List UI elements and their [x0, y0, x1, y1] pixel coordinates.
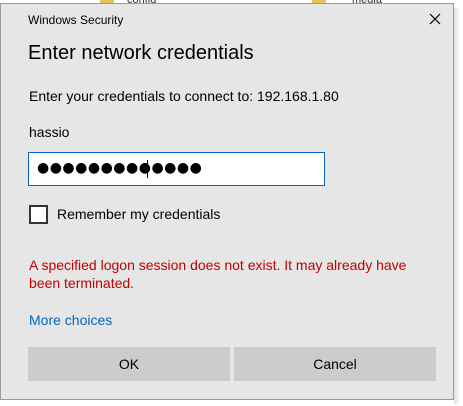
window-title: Windows Security	[28, 13, 124, 27]
password-field[interactable]: ●●●●●●●●●●●●●	[28, 152, 325, 186]
text-caret	[147, 160, 148, 178]
dialog-shadow	[454, 8, 460, 404]
remember-credentials-checkbox[interactable]	[29, 205, 48, 224]
more-choices-link[interactable]: More choices	[29, 312, 112, 328]
ok-button[interactable]: OK	[28, 347, 230, 381]
credentials-dialog: Windows Security Enter network credentia…	[0, 3, 454, 400]
remember-credentials-label[interactable]: Remember my credentials	[57, 206, 220, 222]
close-icon	[429, 13, 441, 25]
dialog-heading: Enter network credentials	[28, 42, 254, 64]
password-value: ●●●●●●●●●●●●●	[37, 160, 203, 176]
connect-prompt: Enter your credentials to connect to: 19…	[29, 88, 339, 104]
username-label: hassio	[29, 124, 70, 140]
error-message: A specified logon session does not exist…	[29, 257, 407, 291]
title-bar: Windows Security	[1, 4, 453, 34]
cancel-button[interactable]: Cancel	[234, 347, 436, 381]
close-button[interactable]	[427, 11, 443, 27]
